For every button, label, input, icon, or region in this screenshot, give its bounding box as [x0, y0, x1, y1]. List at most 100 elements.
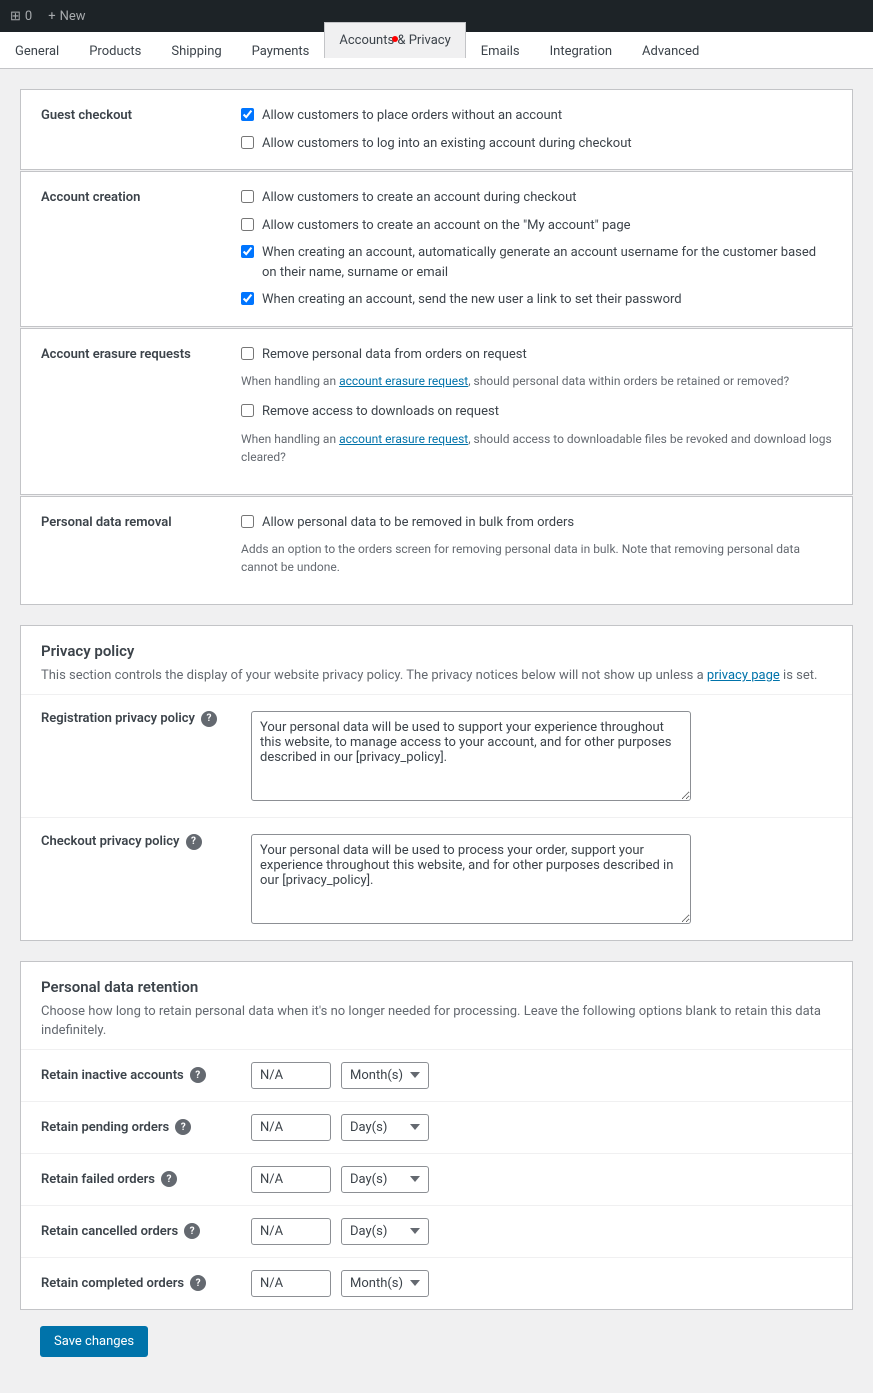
privacy-policy-description: This section controls the display of you…: [41, 666, 832, 686]
retain-failed-orders-label-wrap: Retain failed orders ?: [41, 1171, 241, 1187]
checkout-privacy-help-icon[interactable]: ?: [186, 834, 202, 850]
account-erasure-row: Account erasure requests Remove personal…: [21, 329, 852, 494]
retain-pending-orders-input[interactable]: [251, 1114, 331, 1141]
personal-data-removal-row: Personal data removal Allow personal dat…: [21, 497, 852, 605]
retention-heading-description: Choose how long to retain personal data …: [41, 1002, 832, 1041]
personal-data-removal-section: Personal data removal Allow personal dat…: [20, 496, 853, 606]
retain-cancelled-orders-help-icon[interactable]: ?: [184, 1223, 200, 1239]
tab-payments[interactable]: Payments: [237, 33, 325, 69]
account-erasure-option-1: Remove personal data from orders on requ…: [241, 345, 832, 365]
allow-orders-label[interactable]: Allow customers to place orders without …: [262, 106, 562, 126]
retain-failed-orders-select[interactable]: Day(s) Month(s) Week(s) Year(s): [341, 1166, 429, 1193]
plus-icon: +: [48, 9, 55, 24]
admin-bar-new[interactable]: + New: [48, 9, 85, 24]
remove-orders-label[interactable]: Remove personal data from orders on requ…: [262, 345, 527, 365]
guest-checkout-label: Guest checkout: [41, 106, 221, 123]
tab-emails[interactable]: Emails: [466, 33, 535, 69]
allow-orders-checkbox[interactable]: [241, 108, 254, 121]
account-erasure-link-1[interactable]: account erasure request: [339, 374, 468, 388]
retain-completed-orders-label-wrap: Retain completed orders ?: [41, 1275, 241, 1291]
privacy-policy-heading: Privacy policy This section controls the…: [21, 626, 852, 695]
retain-pending-orders-label-wrap: Retain pending orders ?: [41, 1119, 241, 1135]
privacy-page-link[interactable]: privacy page: [707, 668, 780, 683]
remove-downloads-help: When handling an account erasure request…: [241, 430, 832, 466]
account-erasure-content: Remove personal data from orders on requ…: [241, 345, 832, 478]
bulk-remove-label[interactable]: Allow personal data to be removed in bul…: [262, 513, 574, 533]
retain-cancelled-orders-input[interactable]: [251, 1218, 331, 1245]
registration-privacy-label-wrap: Registration privacy policy ?: [41, 711, 241, 727]
checkout-privacy-row: Checkout privacy policy ? Your personal …: [21, 818, 852, 940]
tab-advanced[interactable]: Advanced: [627, 33, 714, 69]
tab-wrapper-accounts-privacy: Accounts & Privacy: [324, 32, 465, 68]
tab-integration[interactable]: Integration: [535, 33, 627, 69]
retain-inactive-accounts-help-icon[interactable]: ?: [190, 1067, 206, 1083]
personal-data-removal-help: Adds an option to the orders screen for …: [241, 540, 832, 576]
account-creation-option-1: Allow customers to create an account dur…: [241, 188, 832, 208]
personal-data-retention-section: Personal data retention Choose how long …: [20, 961, 853, 1310]
retain-completed-orders-label: Retain completed orders: [41, 1276, 184, 1291]
admin-bar-site[interactable]: ⊞ 0: [10, 9, 32, 24]
retain-pending-orders-select[interactable]: Day(s) Month(s) Week(s) Year(s): [341, 1114, 429, 1141]
retain-inactive-accounts-select[interactable]: Month(s) Day(s) Week(s) Year(s): [341, 1062, 429, 1089]
retain-failed-orders-input[interactable]: [251, 1166, 331, 1193]
account-creation-option-3: When creating an account, automatically …: [241, 243, 832, 282]
account-erasure-option-2: Remove access to downloads on request: [241, 402, 832, 422]
retain-cancelled-orders-label-wrap: Retain cancelled orders ?: [41, 1223, 241, 1239]
retain-failed-orders-row: Retain failed orders ? Day(s) Month(s) W…: [21, 1154, 852, 1206]
personal-data-retention-heading: Personal data retention Choose how long …: [21, 962, 852, 1050]
allow-login-checkbox[interactable]: [241, 136, 254, 149]
account-erasure-section: Account erasure requests Remove personal…: [20, 328, 853, 495]
checkout-privacy-label-wrap: Checkout privacy policy ?: [41, 834, 241, 850]
create-checkout-label[interactable]: Allow customers to create an account dur…: [262, 188, 577, 208]
auto-username-checkbox[interactable]: [241, 245, 254, 258]
registration-privacy-textarea[interactable]: Your personal data will be used to suppo…: [251, 711, 691, 801]
remove-downloads-label[interactable]: Remove access to downloads on request: [262, 402, 499, 422]
remove-downloads-checkbox[interactable]: [241, 404, 254, 417]
retain-inactive-accounts-input[interactable]: [251, 1062, 331, 1089]
tab-products[interactable]: Products: [74, 33, 156, 69]
privacy-policy-section: Privacy policy This section controls the…: [20, 625, 853, 941]
registration-privacy-row: Registration privacy policy ? Your perso…: [21, 695, 852, 818]
save-changes-button[interactable]: Save changes: [40, 1326, 148, 1357]
auto-username-label[interactable]: When creating an account, automatically …: [262, 243, 832, 282]
guest-checkout-row: Guest checkout Allow customers to place …: [21, 90, 852, 169]
create-myaccount-checkbox[interactable]: [241, 218, 254, 231]
account-creation-option-4: When creating an account, send the new u…: [241, 290, 832, 310]
retain-pending-orders-label: Retain pending orders: [41, 1120, 169, 1135]
create-checkout-checkbox[interactable]: [241, 190, 254, 203]
remove-orders-checkbox[interactable]: [241, 347, 254, 360]
retain-cancelled-orders-select[interactable]: Day(s) Month(s) Week(s) Year(s): [341, 1218, 429, 1245]
account-erasure-label: Account erasure requests: [41, 345, 221, 362]
tab-indicator: [392, 36, 398, 42]
checkout-privacy-label: Checkout privacy policy: [41, 834, 180, 849]
account-erasure-link-2[interactable]: account erasure request: [339, 432, 468, 446]
tab-shipping[interactable]: Shipping: [156, 33, 236, 69]
retain-failed-orders-help-icon[interactable]: ?: [161, 1171, 177, 1187]
retain-completed-orders-input[interactable]: [251, 1270, 331, 1297]
guest-checkout-content: Allow customers to place orders without …: [241, 106, 832, 153]
remove-orders-help: When handling an account erasure request…: [241, 372, 832, 390]
retain-completed-orders-help-icon[interactable]: ?: [190, 1275, 206, 1291]
retain-cancelled-orders-label: Retain cancelled orders: [41, 1224, 178, 1239]
admin-bar-count: 0: [25, 9, 32, 24]
send-password-checkbox[interactable]: [241, 292, 254, 305]
create-myaccount-label[interactable]: Allow customers to create an account on …: [262, 216, 631, 236]
account-creation-content: Allow customers to create an account dur…: [241, 188, 832, 310]
retain-pending-orders-help-icon[interactable]: ?: [175, 1119, 191, 1135]
retain-failed-orders-label: Retain failed orders: [41, 1172, 155, 1187]
tab-general[interactable]: General: [0, 33, 74, 69]
personal-data-removal-option: Allow personal data to be removed in bul…: [241, 513, 832, 533]
account-creation-label: Account creation: [41, 188, 221, 205]
checkout-privacy-textarea[interactable]: Your personal data will be used to proce…: [251, 834, 691, 924]
save-wrap: Save changes: [20, 1310, 853, 1373]
retain-completed-orders-select[interactable]: Month(s) Day(s) Week(s) Year(s): [341, 1270, 429, 1297]
allow-login-label[interactable]: Allow customers to log into an existing …: [262, 134, 632, 154]
wordpress-icon: ⊞: [10, 9, 21, 24]
account-creation-section: Account creation Allow customers to crea…: [20, 171, 853, 327]
guest-checkout-option-2: Allow customers to log into an existing …: [241, 134, 832, 154]
send-password-label[interactable]: When creating an account, send the new u…: [262, 290, 682, 310]
registration-privacy-help-icon[interactable]: ?: [201, 711, 217, 727]
personal-data-removal-content: Allow personal data to be removed in bul…: [241, 513, 832, 589]
bulk-remove-checkbox[interactable]: [241, 515, 254, 528]
retain-pending-orders-row: Retain pending orders ? Day(s) Month(s) …: [21, 1102, 852, 1154]
